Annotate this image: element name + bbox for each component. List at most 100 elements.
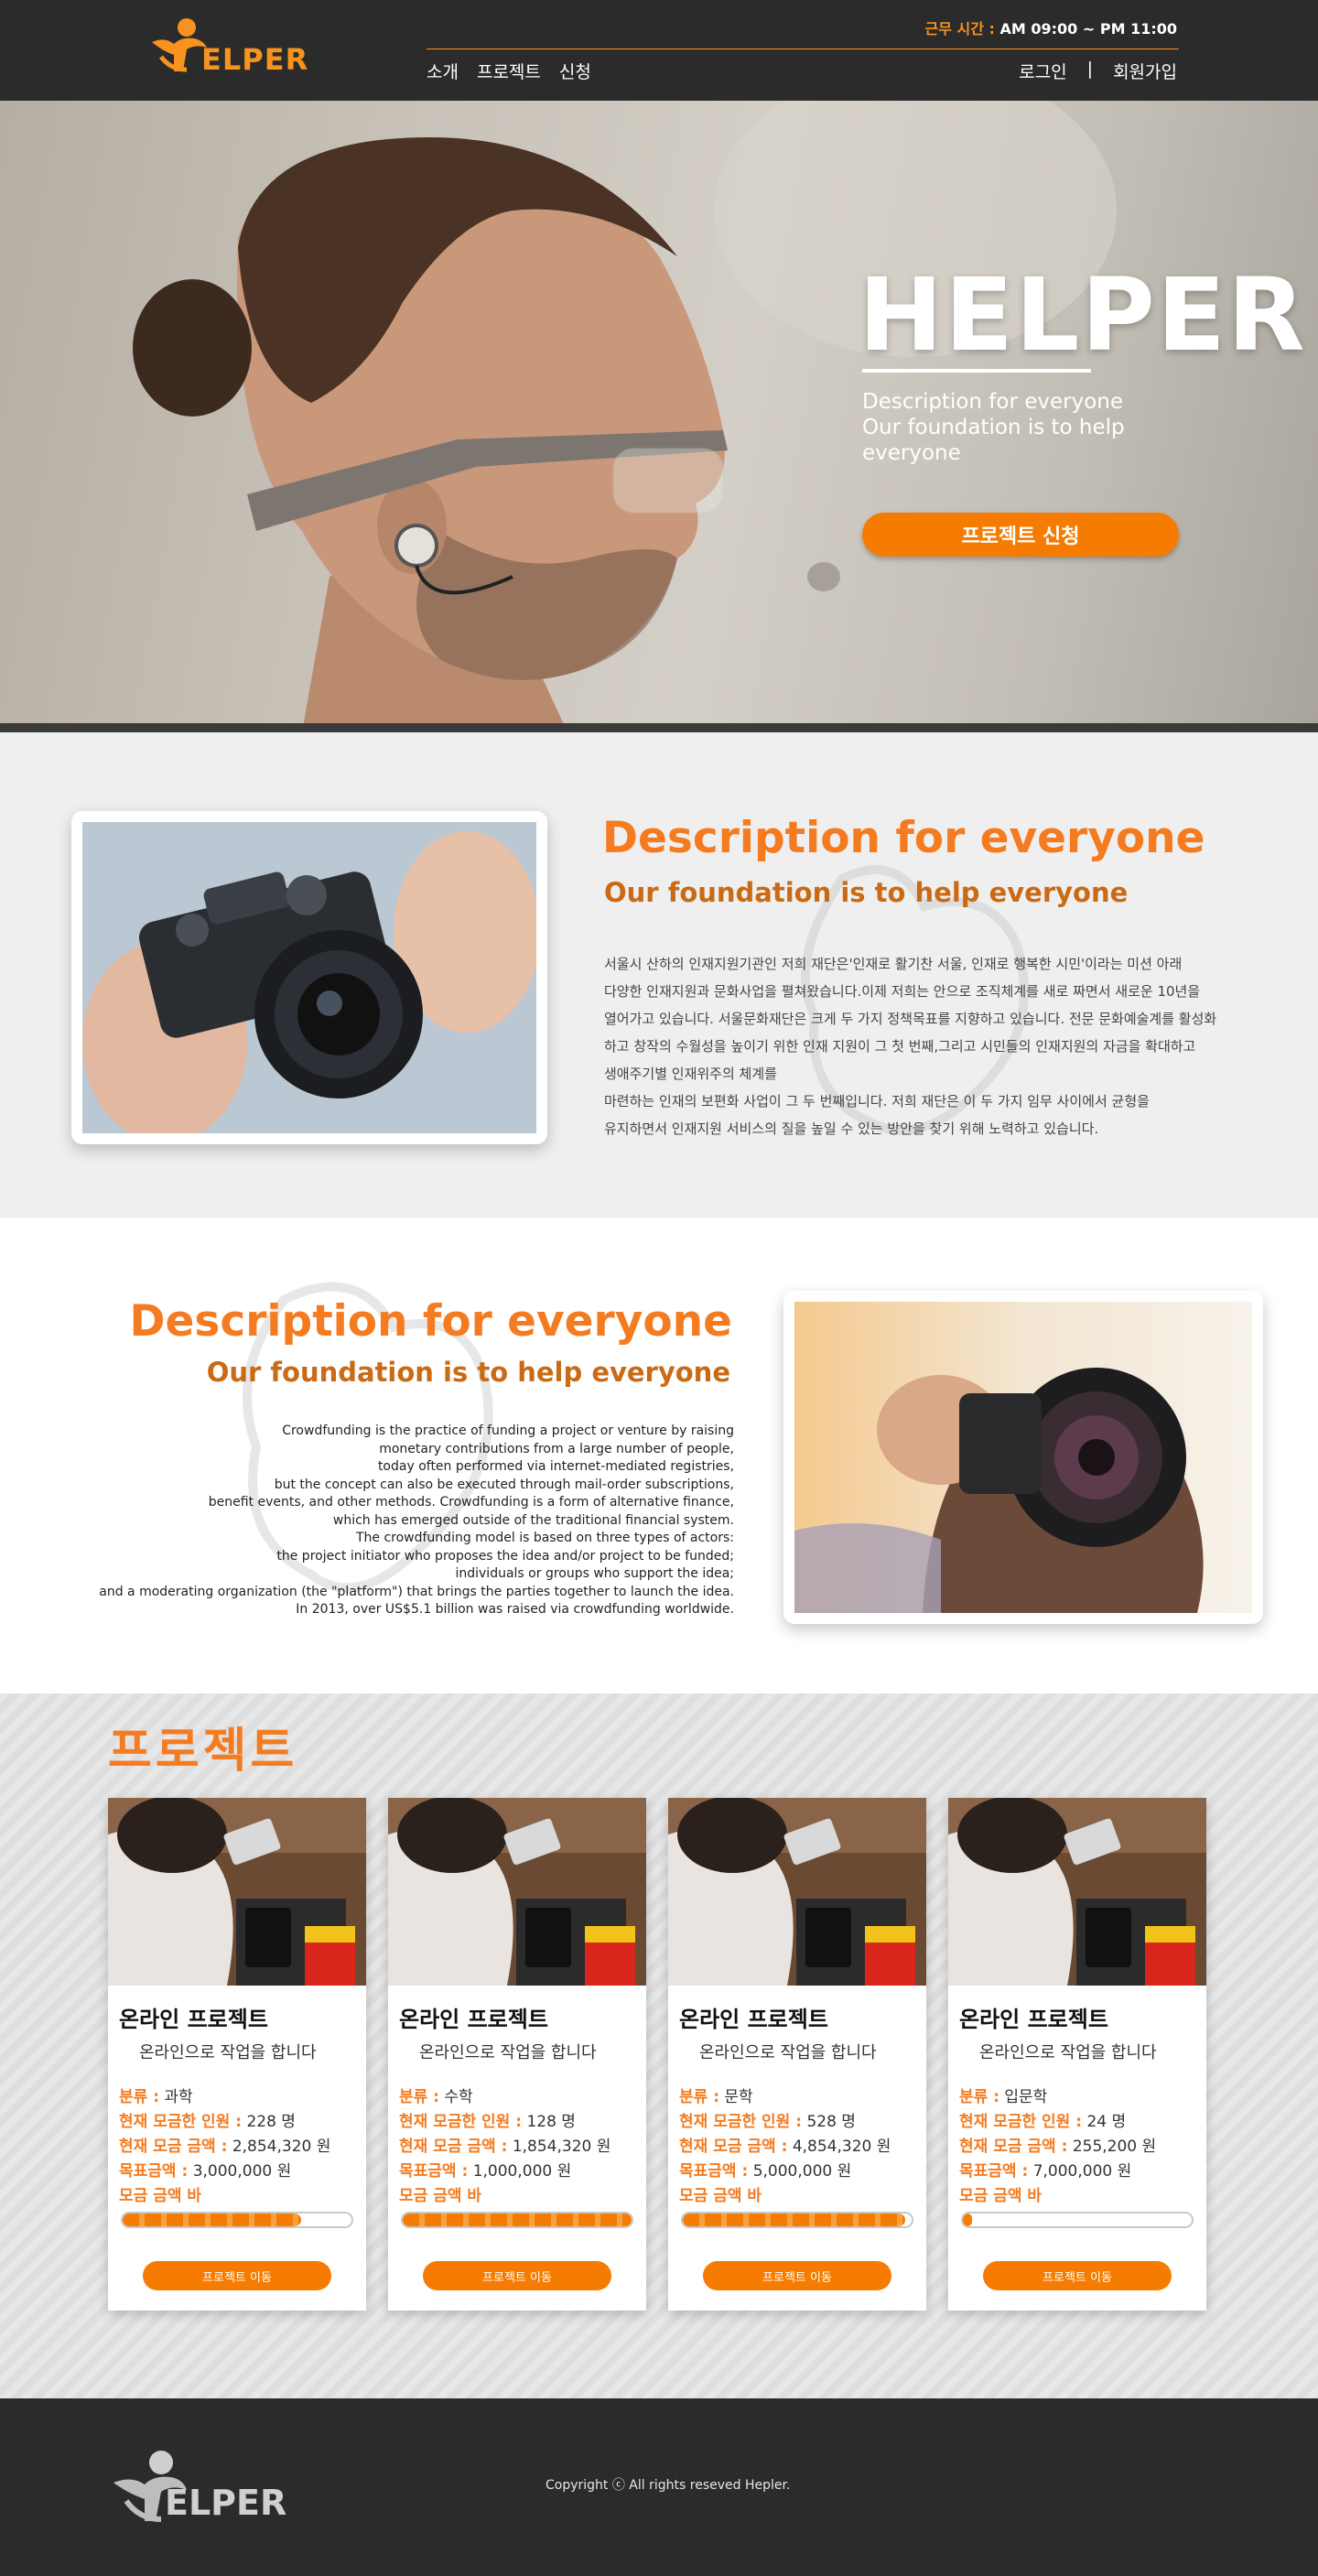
hero-title-underline [862,369,1091,373]
project-subtitle: 온라인으로 작업을 합니다 [979,2043,1157,2062]
goal-value: 5,000,000 원 [752,2162,852,2181]
signup-link[interactable]: 회원가입 [1113,59,1177,83]
photographer-photo-card [783,1291,1263,1624]
section1-title: Description for everyone [602,813,1205,863]
category-label: 분류 : [959,2088,999,2106]
project-card[interactable]: 온라인 프로젝트 온라인으로 작업을 합니다 분류 : 과학 현재 모금한 인원… [108,1798,366,2311]
section1-line: 다양한 인재지원과 문화사업을 펼쳐왔습니다.이제 저희는 안으로 조직체계를 … [604,983,1201,1000]
hero-title: HELPER [859,256,1307,373]
login-link[interactable]: 로그인 [1019,59,1066,83]
section2-line: the project initiator who proposes the i… [276,1548,734,1564]
section2-line: today often performed via internet-media… [377,1459,734,1474]
site-footer: ELPER Copyright ⓒ All rights reseved Hep… [0,2398,1318,2576]
section1-line: 열어가고 있습니다. 서울문화재단은 크게 두 가지 정책목표를 지향하고 있습… [604,1011,1217,1027]
funding-progress-bar [961,2212,1194,2228]
project-card[interactable]: 온라인 프로젝트 온라인으로 작업을 합니다 분류 : 입문학 현재 모금한 인… [948,1798,1206,2311]
goal-value: 3,000,000 원 [192,2162,292,2181]
auth-separator: | [1086,59,1094,79]
amount-value: 2,854,320 원 [232,2138,331,2156]
project-thumbnail-image [668,1798,926,1986]
projects-title: 프로젝트 [108,1724,298,1779]
project-thumbnail-image [108,1798,366,1986]
section2-line: but the concept can also be executed thr… [274,1477,734,1492]
project-title: 온라인 프로젝트 [399,2007,548,2032]
section2-line: individuals or groups who support the id… [455,1566,734,1581]
amount-label: 현재 모금 금액 : [679,2138,788,2156]
project-subtitle: 온라인으로 작업을 합니다 [419,2043,597,2062]
funding-progress-bar [401,2212,633,2228]
logo-text: ELPER [201,42,309,77]
category-label: 분류 : [679,2088,719,2106]
photographer-image [794,1302,1252,1613]
intro-section-korean: Description for everyone Our foundation … [0,732,1318,1218]
funding-progress-bar [681,2212,913,2228]
people-label: 현재 모금한 인원 : [399,2113,523,2131]
project-title: 온라인 프로젝트 [119,2007,268,2032]
section2-line: which has emerged outside of the traditi… [332,1512,734,1528]
funding-progress-fill [403,2213,632,2226]
section2-title: Description for everyone [129,1296,732,1347]
bar-label: 모금 금액 바 [679,2187,762,2205]
section2-line: benefit events, and other methods. Crowd… [208,1495,734,1510]
camera-hands-image [82,822,540,1142]
project-info: 분류 : 문학 현재 모금한 인원 : 528 명 현재 모금 금액 : 4,8… [679,2085,891,2209]
section2-body: Crowdfunding is the practice of funding … [57,1423,734,1619]
footer-logo-text: ELPER [165,2483,287,2523]
people-label: 현재 모금한 인원 : [679,2113,803,2131]
nav-about[interactable]: 소개 [427,59,459,83]
nav-projects[interactable]: 프로젝트 [477,59,541,83]
goal-value: 7,000,000 원 [1032,2162,1132,2181]
funding-progress-fill [963,2213,972,2226]
project-title: 온라인 프로젝트 [959,2007,1108,2032]
category-value: 과학 [164,2088,193,2106]
project-info: 분류 : 수학 현재 모금한 인원 : 128 명 현재 모금 금액 : 1,8… [399,2085,610,2209]
category-value: 입문학 [1004,2088,1048,2106]
camera-hands-photo-card [71,811,547,1144]
amount-value: 4,854,320 원 [792,2138,891,2156]
hero-bottom-bar [0,723,1318,732]
amount-label: 현재 모금 금액 : [399,2138,508,2156]
category-value: 수학 [444,2088,473,2106]
hero-description: Description for everyone Our foundation … [862,390,1125,465]
project-thumbnail-image [948,1798,1206,1986]
section2-subtitle: Our foundation is to help everyone [206,1357,730,1388]
nav-apply[interactable]: 신청 [559,59,591,83]
go-to-project-button[interactable]: 프로젝트 이동 [143,2261,331,2290]
hours-label: 근무 시간 : [924,20,995,38]
people-value: 228 명 [246,2113,296,2131]
funding-progress-fill [683,2213,905,2226]
section2-line: Crowdfunding is the practice of funding … [282,1423,734,1438]
project-title: 온라인 프로젝트 [679,2007,828,2032]
category-label: 분류 : [119,2088,159,2106]
projects-section: 프로젝트 온라인 프로젝트 온라인으로 작업을 합니다 분류 : 과학 현재 모… [0,1694,1318,2398]
people-label: 현재 모금한 인원 : [119,2113,243,2131]
section1-subtitle: Our foundation is to help everyone [604,877,1129,908]
hero-banner: HELPER Description for everyone Our foun… [0,101,1318,732]
intro-section-english: Description for everyone Our foundation … [0,1218,1318,1694]
main-nav: 소개 프로젝트 신청 [427,59,591,83]
auth-links: 로그인 | 회원가입 [1019,59,1177,83]
section1-line: 하고 창작의 수월성을 높이기 위한 인재 지원이 그 첫 번째,그리고 시민들… [604,1038,1196,1055]
go-to-project-button[interactable]: 프로젝트 이동 [983,2261,1172,2290]
project-card[interactable]: 온라인 프로젝트 온라인으로 작업을 합니다 분류 : 문학 현재 모금한 인원… [668,1798,926,2311]
section1-line: 유지하면서 인재지원 서비스의 질을 높일 수 있는 방안을 찾기 위해 노력하… [604,1120,1099,1137]
go-to-project-button[interactable]: 프로젝트 이동 [423,2261,611,2290]
people-value: 128 명 [526,2113,576,2131]
copyright-text: Copyright ⓒ All rights reseved Hepler. [546,2478,791,2493]
goal-value: 1,000,000 원 [472,2162,572,2181]
helper-logo[interactable]: ELPER [146,15,311,79]
project-card[interactable]: 온라인 프로젝트 온라인으로 작업을 합니다 분류 : 수학 현재 모금한 인원… [388,1798,646,2311]
category-value: 문학 [724,2088,753,2106]
project-info: 분류 : 과학 현재 모금한 인원 : 228 명 현재 모금 금액 : 2,8… [119,2085,330,2209]
site-header: ELPER 근무 시간 : AM 09:00 ~ PM 11:00 소개 프로젝… [0,0,1318,101]
goal-label: 목표금액 : [679,2162,749,2181]
section1-line: 서울시 산하의 인재지원기관인 저희 재단은'인재로 활기찬 서울, 인재로 행… [604,956,1183,972]
project-info: 분류 : 입문학 현재 모금한 인원 : 24 명 현재 모금 금액 : 255… [959,2085,1156,2209]
section1-line: 생애주기별 인재위주의 체계를 [604,1066,777,1082]
goal-label: 목표금액 : [119,2162,189,2181]
go-to-project-button[interactable]: 프로젝트 이동 [703,2261,891,2290]
amount-label: 현재 모금 금액 : [959,2138,1068,2156]
project-subtitle: 온라인으로 작업을 합니다 [699,2043,877,2062]
bar-label: 모금 금액 바 [959,2187,1043,2205]
apply-project-button[interactable]: 프로젝트 신청 [862,513,1179,557]
